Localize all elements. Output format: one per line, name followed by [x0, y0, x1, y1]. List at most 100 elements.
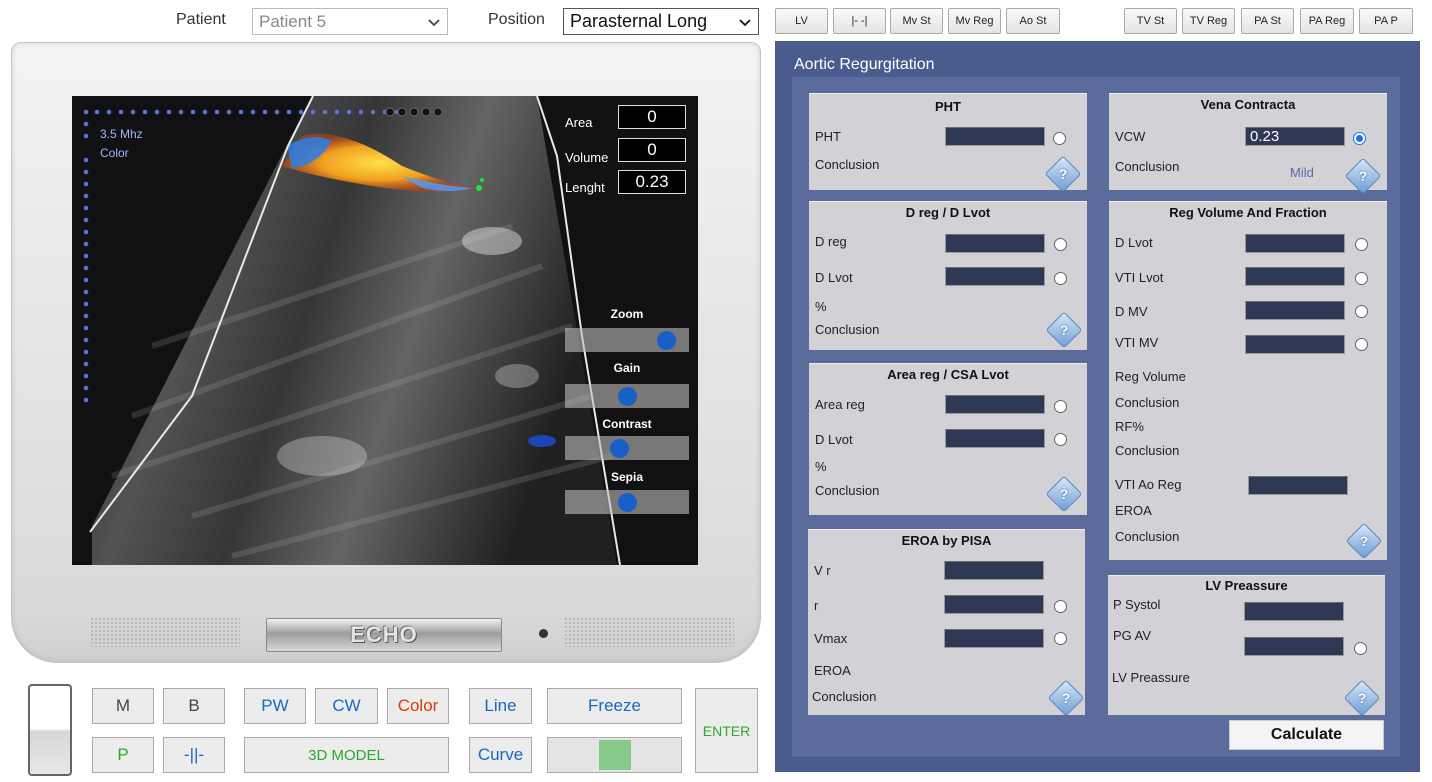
p-systol-input[interactable] [1244, 602, 1344, 621]
line-button[interactable]: Line [469, 688, 532, 724]
vti-lvot-label: VTI Lvot [1115, 270, 1164, 285]
vmax-radio[interactable] [1054, 632, 1067, 645]
color-button[interactable]: Color [387, 688, 449, 724]
freeze-button[interactable]: Freeze [547, 688, 682, 724]
contrast-slider[interactable] [565, 436, 689, 460]
pg-av-radio[interactable] [1354, 642, 1367, 655]
curve-button[interactable]: Curve [469, 737, 532, 773]
caliper-button[interactable]: |- -| [833, 8, 886, 34]
zoom-slider[interactable] [565, 328, 689, 352]
dreg-dlvot-input[interactable] [945, 267, 1045, 286]
vena-contracta-card: Vena Contracta VCW 0.23 Conclusion Mild … [1109, 93, 1387, 195]
speaker-grille-right [564, 617, 734, 647]
reg-volume-help-icon[interactable]: ? [1345, 522, 1383, 560]
length-label: Lenght [565, 180, 605, 195]
gain-slider[interactable] [565, 384, 689, 408]
tv-st-button[interactable]: TV St [1124, 8, 1177, 34]
vti-lvot-radio[interactable] [1355, 272, 1368, 285]
vr-input[interactable] [944, 561, 1044, 580]
pg-av-input[interactable] [1244, 637, 1344, 656]
position-select[interactable]: Parasternal Long [563, 8, 759, 35]
chevron-down-icon [428, 18, 440, 26]
enter-button[interactable]: ENTER [695, 688, 758, 773]
vena-contracta-title: Vena Contracta [1200, 97, 1296, 112]
r-radio[interactable] [1054, 600, 1067, 613]
dreg-dlvot-radio[interactable] [1054, 272, 1067, 285]
vcw-radio[interactable] [1353, 132, 1366, 145]
pa-st-button[interactable]: PA St [1241, 8, 1294, 34]
dreg-radio[interactable] [1054, 238, 1067, 251]
vcw-label: VCW [1115, 129, 1146, 144]
cw-button[interactable]: CW [315, 688, 378, 724]
probe-switch[interactable] [28, 684, 72, 776]
area-dlvot-input[interactable] [945, 429, 1045, 448]
sepia-slider-knob[interactable] [617, 493, 637, 512]
length-value: 0.23 [618, 170, 686, 194]
split-button[interactable]: -||- [163, 737, 225, 773]
pht-radio[interactable] [1053, 132, 1066, 145]
rv-dlvot-input[interactable] [1245, 234, 1345, 253]
b-mode-button[interactable]: B [163, 688, 225, 724]
eroa-pisa-card: EROA by PISA V r r Vmax EROA Conclusion … [808, 529, 1085, 717]
patient-select[interactable]: Patient 5 [252, 8, 448, 35]
r-input[interactable] [944, 595, 1044, 614]
dreg-input[interactable] [945, 234, 1045, 253]
area-reg-card-title: Area reg / CSA Lvot [887, 367, 1009, 382]
pisa-help-icon[interactable]: ? [1047, 679, 1085, 717]
dreg-help-icon[interactable]: ? [1045, 311, 1083, 349]
vti-ao-reg-input[interactable] [1248, 476, 1348, 495]
frequency-readout: 3.5 Mhz [100, 127, 143, 141]
area-dlvot-label: D Lvot [815, 432, 853, 447]
zoom-slider-knob[interactable] [657, 331, 677, 350]
pa-reg-button[interactable]: PA Reg [1300, 8, 1354, 34]
lv-pressure-card: LV Preassure P Systol PG AV LV Preassure… [1108, 575, 1385, 717]
patient-label: Patient [176, 11, 226, 28]
calculate-button[interactable]: Calculate [1229, 720, 1384, 750]
vcw-input[interactable]: 0.23 [1245, 127, 1345, 146]
area-value: 0 [618, 105, 686, 129]
vti-mv-input[interactable] [1245, 335, 1345, 354]
area-label: Area [565, 115, 593, 130]
dreg-card-title: D reg / D Lvot [905, 205, 991, 220]
mv-reg-button[interactable]: Mv Reg [948, 8, 1001, 34]
area-dlvot-radio[interactable] [1054, 433, 1067, 446]
echo-brand-plate: ECHO [266, 618, 502, 652]
m-mode-button[interactable]: M [92, 688, 154, 724]
dreg-label: D reg [815, 234, 847, 249]
area-help-icon[interactable]: ? [1045, 475, 1083, 513]
dmv-input[interactable] [1245, 301, 1345, 320]
vmax-input[interactable] [944, 629, 1044, 648]
pisa-eroa-label: EROA [814, 663, 851, 678]
position-select-value: Parasternal Long [570, 11, 708, 31]
tv-reg-button[interactable]: TV Reg [1182, 8, 1235, 34]
dreg-dlvot-card: D reg / D Lvot D reg D Lvot % Conclusion… [809, 201, 1087, 350]
contrast-slider-knob[interactable] [609, 439, 629, 458]
lv-button[interactable]: LV [775, 8, 828, 34]
rv-conclusion-2-label: Conclusion [1115, 443, 1180, 458]
pw-button[interactable]: PW [244, 688, 306, 724]
mv-st-button[interactable]: Mv St [890, 8, 943, 34]
contrast-label: Contrast [602, 417, 652, 431]
sepia-slider[interactable] [565, 490, 689, 514]
ao-st-button[interactable]: Ao St [1006, 8, 1060, 34]
vti-mv-radio[interactable] [1355, 338, 1368, 351]
sepia-label: Sepia [610, 470, 643, 484]
eroa-pisa-card-title: EROA by PISA [901, 533, 992, 548]
vti-lvot-input[interactable] [1245, 267, 1345, 286]
ultrasound-screen[interactable]: 3.5 Mhz Color Area 0 Volume 0 Lenght 0.2… [72, 96, 698, 565]
pht-help-icon[interactable]: ? [1044, 155, 1082, 193]
vti-ao-reg-label: VTI Ao Reg [1115, 477, 1182, 492]
area-reg-radio[interactable] [1054, 400, 1067, 413]
dmv-radio[interactable] [1355, 305, 1368, 318]
dreg-conclusion-label: Conclusion [815, 322, 880, 337]
gain-slider-knob[interactable] [617, 387, 637, 406]
rv-eroa-label: EROA [1115, 503, 1152, 518]
rv-dlvot-radio[interactable] [1355, 238, 1368, 251]
pa-p-button[interactable]: PA P [1359, 8, 1413, 34]
vena-help-icon[interactable]: ? [1344, 157, 1382, 195]
3d-model-button[interactable]: 3D MODEL [244, 737, 449, 773]
area-reg-input[interactable] [945, 395, 1045, 414]
pht-input[interactable] [945, 127, 1045, 146]
p-button[interactable]: P [92, 737, 154, 773]
lv-pressure-help-icon[interactable]: ? [1343, 679, 1381, 717]
